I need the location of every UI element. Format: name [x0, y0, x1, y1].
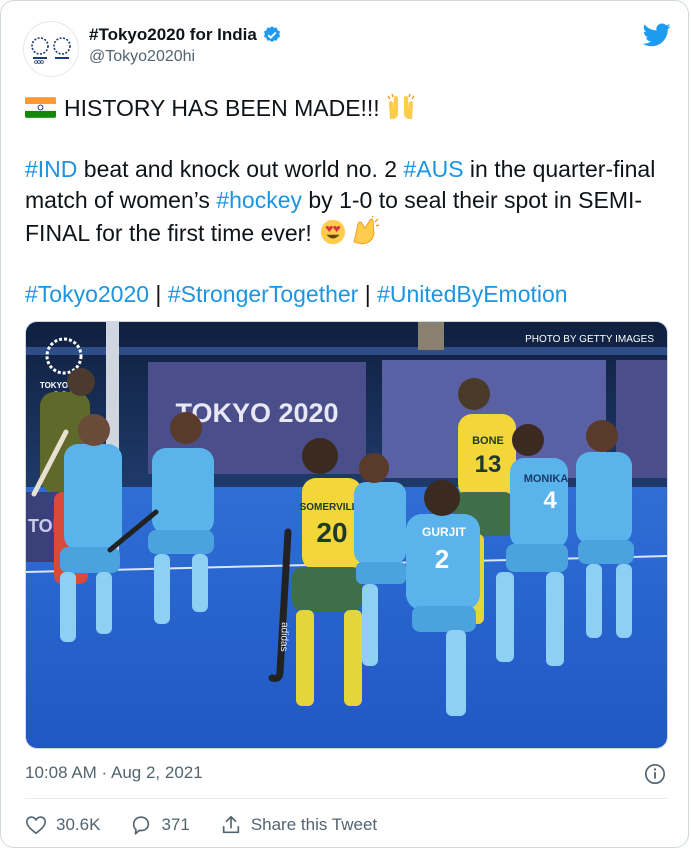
stick-brand: adidas: [278, 622, 290, 652]
display-name-row[interactable]: #Tokyo2020 for India: [89, 25, 282, 45]
share-icon: [222, 815, 239, 834]
photo-credit: PHOTO BY GETTY IMAGES: [525, 334, 654, 345]
twitter-bird-icon[interactable]: [643, 23, 671, 47]
jersey-number-somerville: 20: [316, 517, 347, 548]
like-count: 30.6K: [56, 815, 101, 834]
olympic-emblem-icon: [31, 37, 71, 64]
verified-icon: [263, 26, 280, 42]
share-button[interactable]: Share this Tweet: [220, 814, 377, 836]
tweet-actions: 30.6K 371 Share this Tweet: [25, 811, 407, 839]
tweet-card: #Tokyo2020 for India @Tokyo2020hi HISTOR…: [0, 0, 689, 848]
india-flag-icon: [25, 97, 56, 118]
share-label: Share this Tweet: [250, 815, 378, 834]
jersey-number-monika: 4: [543, 487, 557, 514]
heart-eyes-icon: [320, 219, 346, 245]
reply-button[interactable]: 371: [130, 814, 190, 836]
tweet-paragraph-2: #IND beat and knock out world no. 2 #AUS…: [25, 154, 670, 249]
hashtag-strongertogether[interactable]: #StrongerTogether: [168, 281, 359, 307]
jersey-number-bone: 13: [475, 451, 502, 478]
account-handle[interactable]: @Tokyo2020hi: [89, 48, 282, 66]
jersey-name-monika: MONIKA: [524, 473, 569, 485]
like-button[interactable]: 30.6K: [25, 814, 100, 836]
account-names: #Tokyo2020 for India @Tokyo2020hi: [89, 25, 282, 66]
clapping-icon: [353, 216, 380, 245]
separator: |: [149, 281, 168, 307]
info-icon[interactable]: [644, 763, 666, 785]
tweet-hashtag-line: #Tokyo2020 | #StrongerTogether | #United…: [25, 279, 670, 310]
tweet-text-part: beat and knock out world no. 2: [77, 156, 404, 182]
reply-icon: [133, 816, 150, 835]
jersey-number-gurjit: 2: [435, 544, 449, 574]
hashtag-unitedbyemotion[interactable]: #UnitedByEmotion: [377, 281, 568, 307]
avatar[interactable]: [23, 21, 79, 77]
display-name[interactable]: #Tokyo2020 for India: [89, 25, 257, 45]
hashtag-hockey[interactable]: #hockey: [216, 187, 302, 213]
hashtag-aus[interactable]: #AUS: [403, 156, 463, 182]
headline-text: HISTORY HAS BEEN MADE!!!: [64, 95, 380, 121]
jersey-name-gurjit: GURJIT: [422, 525, 467, 539]
separator: |: [358, 281, 378, 307]
tweet-timestamp[interactable]: 10:08 AM · Aug 2, 2021: [25, 763, 203, 782]
tweet-timestamp-row: 10:08 AM · Aug 2, 2021: [25, 763, 668, 785]
tweet-photo[interactable]: TOKYO 2020 TOKY PHOTO BY GETTY IMAGES TO…: [25, 321, 668, 749]
tweet-text: HISTORY HAS BEEN MADE!!! #IND beat and k…: [25, 93, 670, 310]
hashtag-tokyo2020[interactable]: #Tokyo2020: [25, 281, 149, 307]
raising-hands-icon: [387, 93, 415, 120]
heart-icon: [26, 816, 46, 835]
reply-count: 371: [161, 815, 190, 834]
tweet-header: #Tokyo2020 for India @Tokyo2020hi: [23, 21, 673, 81]
jersey-name-bone: BONE: [472, 435, 504, 447]
hashtag-ind[interactable]: #IND: [25, 156, 77, 182]
divider: [25, 798, 668, 799]
tweet-line-1: HISTORY HAS BEEN MADE!!!: [25, 93, 670, 124]
